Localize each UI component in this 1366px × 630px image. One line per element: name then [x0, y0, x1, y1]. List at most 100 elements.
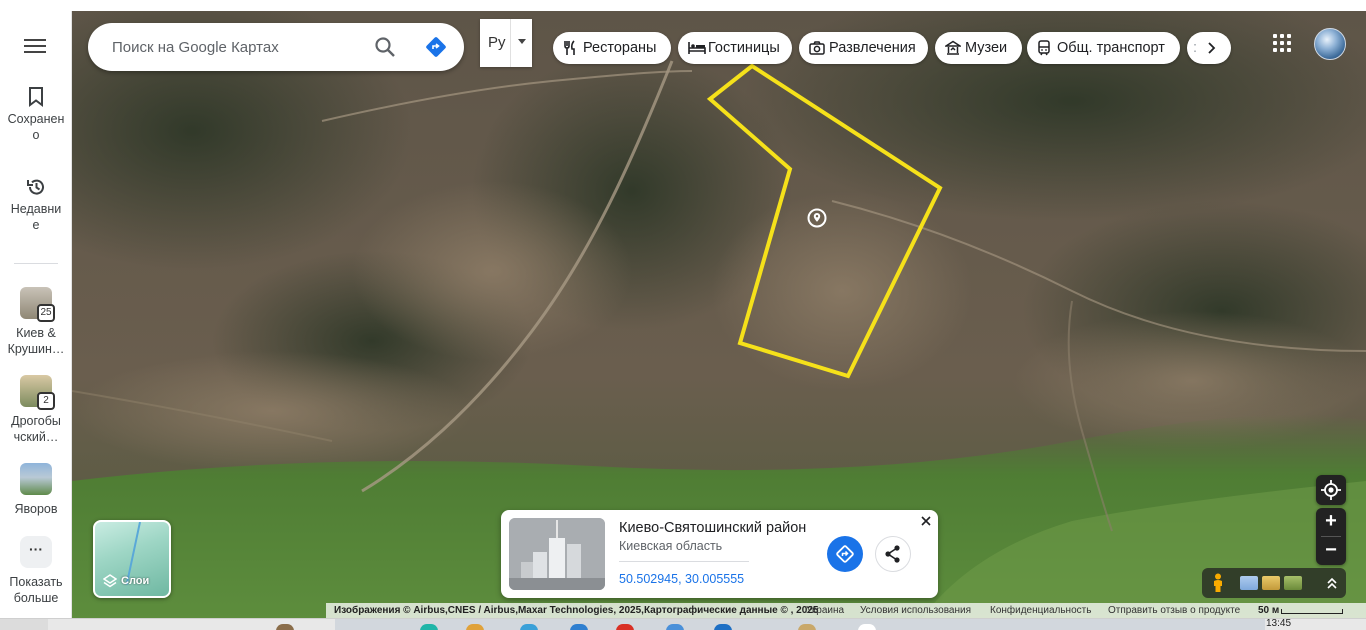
zoom-out-button[interactable]: − [1316, 537, 1346, 565]
recent-place-2[interactable]: 2 Дрогобычский… [0, 375, 72, 445]
place-subtitle: Киевская область [619, 539, 723, 553]
show-more-label: Показать больше [9, 575, 63, 605]
country-link[interactable]: Украина [806, 603, 844, 618]
my-location-button[interactable] [1316, 475, 1346, 505]
place-count-badge: 25 [37, 304, 55, 322]
taskbar-app-icon[interactable] [520, 624, 538, 630]
rail-saved-label: Сохранено [7, 112, 65, 142]
place-photo-image [509, 518, 605, 590]
expand-up-icon[interactable] [1326, 575, 1338, 591]
history-icon [27, 179, 44, 195]
place-info-card[interactable]: Киево-Святошинский район Киевская област… [501, 510, 938, 598]
more-dots-icon: ··· [20, 536, 52, 568]
scale-bar [1281, 609, 1343, 614]
search-box [88, 23, 464, 71]
card-directions-button[interactable] [827, 536, 863, 572]
recent-place-2-label: Дрогобычский… [11, 414, 61, 444]
taskbar-start-area[interactable] [0, 619, 48, 630]
scale-label[interactable]: 50 м [1258, 603, 1279, 618]
bookmark-icon [29, 87, 43, 107]
feedback-link[interactable]: Отправить отзыв о продукте [1108, 603, 1240, 618]
hotel-icon [688, 42, 706, 54]
map-type-strip[interactable] [1202, 568, 1346, 598]
recent-place-3-label: Яворов [14, 502, 58, 516]
taskbar-app-icon[interactable] [570, 624, 588, 630]
directions-icon [836, 545, 854, 563]
place-thumbnail: 25 [20, 287, 55, 322]
language-separator [510, 19, 511, 67]
window-top-strip [0, 0, 1366, 11]
crosshair-icon [1321, 480, 1341, 500]
camera-icon [809, 41, 825, 55]
transit-icon [1038, 40, 1050, 56]
chip-entertainment-label: Развлечения [829, 40, 916, 56]
place-photo[interactable] [509, 518, 605, 590]
map-type-satellite-thumb[interactable] [1284, 576, 1302, 590]
chip-restaurants[interactable]: Рестораны [553, 32, 671, 64]
place-count-badge: 2 [37, 392, 55, 410]
taskbar-app-icon[interactable] [798, 624, 816, 630]
taskbar-app-icon[interactable] [420, 624, 438, 630]
maps-window: Сохранено Недавние 25 Киев & Крушин… 2 Д… [0, 0, 1366, 630]
show-more[interactable]: ··· Показать больше [0, 536, 72, 606]
chip-transit[interactable]: Общ. транспорт [1027, 32, 1180, 64]
zoom-in-button[interactable]: + [1316, 508, 1346, 536]
place-title: Киево-Святошинский район [619, 520, 807, 536]
search-icon[interactable] [374, 36, 396, 58]
location-pin-icon[interactable] [807, 208, 827, 228]
taskbar-app-icon[interactable] [466, 624, 484, 630]
layers-icon [103, 574, 117, 588]
share-icon [885, 545, 900, 563]
terms-link[interactable]: Условия использования [860, 603, 971, 618]
side-rail: Сохранено Недавние 25 Киев & Крушин… 2 Д… [0, 11, 72, 618]
directions-icon[interactable] [424, 35, 448, 59]
restaurant-icon [564, 40, 575, 55]
account-avatar[interactable] [1314, 28, 1346, 60]
recent-place-1[interactable]: 25 Киев & Крушин… [0, 287, 72, 357]
map-type-traffic-thumb[interactable] [1262, 576, 1280, 590]
map-footer: Изображения © Airbus,CNES / Airbus,Maxar… [326, 603, 1366, 618]
google-apps-icon[interactable] [1273, 34, 1291, 52]
zoom-control: + − [1316, 508, 1346, 565]
rail-divider [14, 263, 58, 264]
os-taskbar: 13:45 [0, 618, 1366, 630]
search-input[interactable] [112, 35, 362, 59]
language-value: Ру [488, 34, 506, 51]
taskbar-clock[interactable]: 13:45 [1266, 618, 1291, 629]
chip-museums[interactable]: Музеи [935, 32, 1022, 64]
input-language-selector[interactable]: Ру [480, 19, 532, 67]
layers-label: Слои [121, 575, 150, 587]
chip-partial-icon: : [1193, 40, 1198, 56]
layers-toggle[interactable]: Слои [93, 520, 171, 598]
card-share-button[interactable] [875, 536, 911, 572]
caret-down-icon[interactable] [518, 39, 526, 44]
recent-place-1-label: Киев & Крушин… [7, 326, 65, 356]
taskbar-app-icon[interactable] [858, 624, 876, 630]
card-divider [619, 561, 749, 562]
museum-icon [945, 40, 961, 55]
map-type-terrain-thumb[interactable] [1240, 576, 1258, 590]
rail-recent-label: Недавние [10, 202, 62, 232]
taskbar-app-icon[interactable] [714, 624, 732, 630]
chip-transit-label: Общ. транспорт [1057, 40, 1165, 56]
privacy-link[interactable]: Конфиденциальность [990, 603, 1091, 618]
recent-place-3[interactable]: Яворов [0, 463, 72, 517]
place-thumbnail: 2 [20, 375, 55, 410]
chip-museums-label: Музеи [965, 40, 1008, 56]
taskbar-app-icon[interactable] [616, 624, 634, 630]
close-icon[interactable] [919, 514, 933, 528]
taskbar-app-icon[interactable] [666, 624, 684, 630]
chip-restaurants-label: Рестораны [583, 40, 657, 56]
chip-entertainment[interactable]: Развлечения [799, 32, 928, 64]
menu-icon[interactable] [24, 39, 46, 55]
rail-saved[interactable]: Сохранено [0, 87, 72, 143]
taskbar-app-icon[interactable] [276, 624, 294, 630]
chevron-right-icon [1208, 42, 1216, 54]
chip-hotels-label: Гостиницы [708, 40, 780, 56]
pegman-icon[interactable] [1212, 573, 1224, 593]
imagery-attribution: Изображения © Airbus,CNES / Airbus,Maxar… [334, 605, 819, 616]
chip-hotels[interactable]: Гостиницы [678, 32, 792, 64]
rail-recent[interactable]: Недавние [0, 177, 72, 233]
place-coordinates[interactable]: 50.502945, 30.005555 [619, 572, 744, 586]
chips-scroll-next-button[interactable]: : [1187, 32, 1231, 64]
